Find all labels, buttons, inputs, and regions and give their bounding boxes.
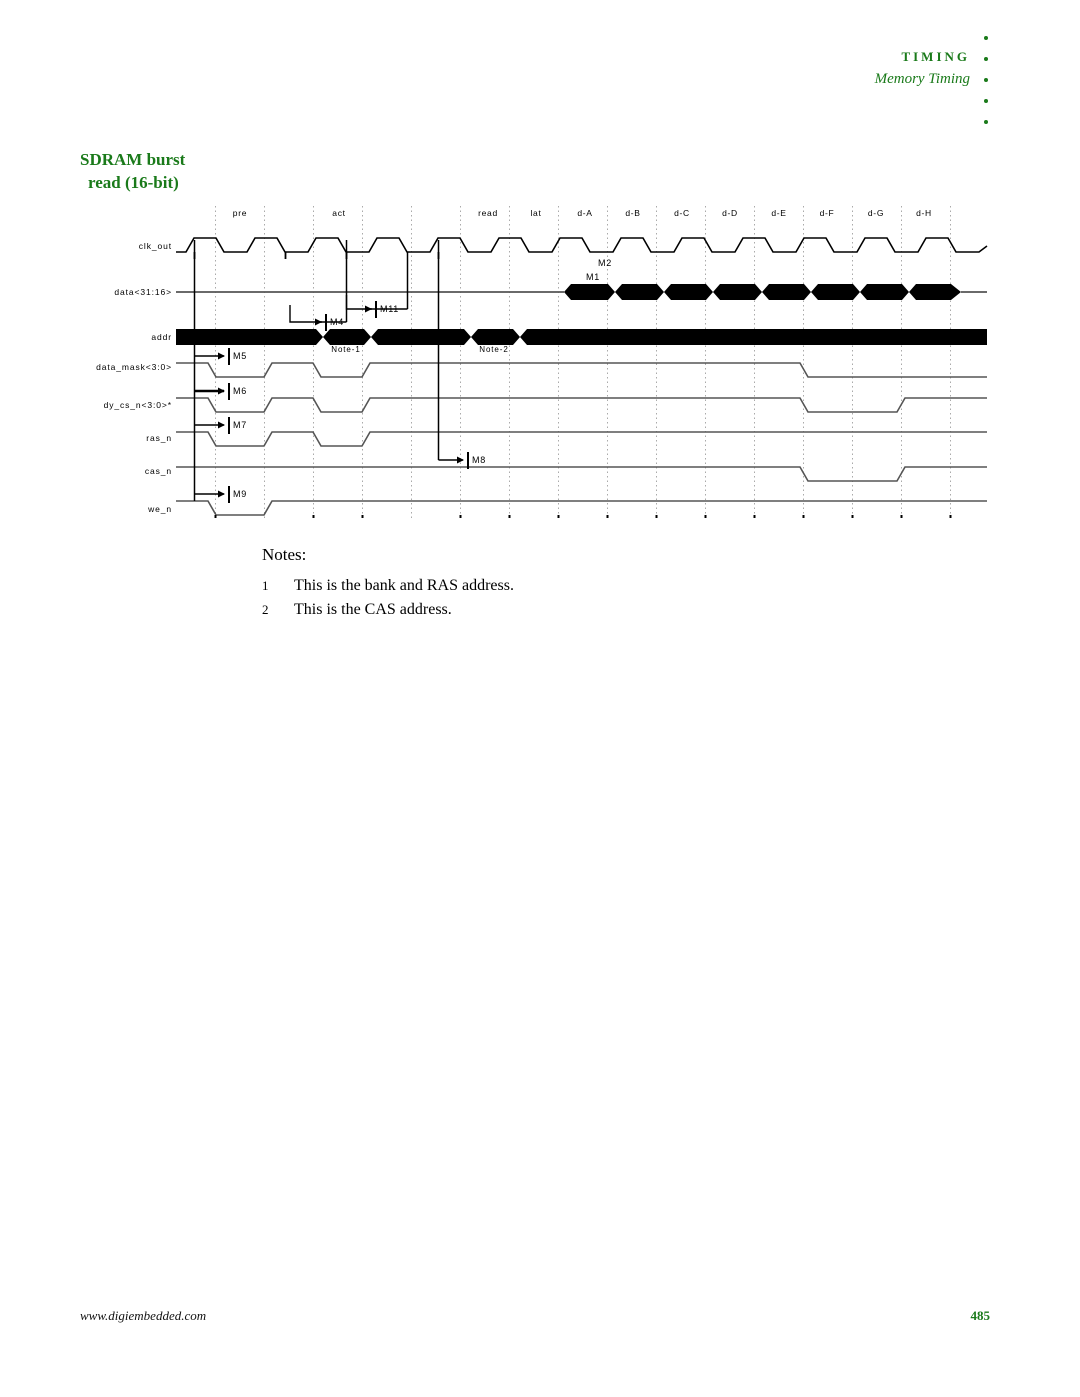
column-label: d-C [674,208,690,218]
timing-signal-labels: clk_out data<31:16> addr data_mask<3:0> … [96,241,172,514]
timing-diagram-figure: pre act read lat d-A d-B d-C d-D d-E d-F… [0,196,1010,526]
column-label: read [478,208,498,218]
note-number: 2 [262,602,269,617]
header-dot-column [984,36,994,141]
marker-connector-m4 [289,305,322,323]
signal-label-data-mask: data_mask<3:0> [96,362,172,372]
marker-label-m6: M6 [233,386,247,396]
arrowhead-m9 [218,490,225,498]
waveform-cas-n [176,466,987,482]
column-label: lat [530,208,541,218]
marker-label-m11: M11 [380,304,399,314]
signal-label-addr: addr [151,332,172,342]
signal-label-we-n: we_n [147,504,172,514]
footer-page-number: 485 [970,1308,991,1323]
timing-bottom-ticks [214,515,952,518]
arrowhead-m8 [457,456,464,464]
addr-bus-annotations: Note-1 Note-2 [331,345,508,354]
waveform-clk-out [176,237,988,253]
signal-label-dy-cs-n: dy_cs_n<3:0>* [104,400,172,410]
waveform-addr-bus: Note-1 Note-2 [176,329,987,354]
column-label: d-A [577,208,592,218]
note-item: 2 This is the CAS address. [262,598,862,622]
addr-bus-cells [176,329,987,345]
marker-label-m9: M9 [233,489,247,499]
note-text: This is the bank and RAS address. [294,577,514,594]
header-subsection-title: Memory Timing [874,71,970,87]
header-dot [984,36,988,40]
column-label: d-G [868,208,884,218]
timing-column-labels: pre act read lat d-A d-B d-C d-D d-E d-F… [233,208,932,218]
column-label: pre [233,208,247,218]
timing-marker-labels: M1 M2 M4 M5 M6 M7 M8 M9 M11 [233,258,612,499]
page-title-line-2: read (16-bit) [88,173,179,192]
column-label: d-E [771,208,786,218]
note-item: 1 This is the bank and RAS address. [262,574,862,598]
waveform-we-n [176,500,987,516]
arrowhead-m4 [315,318,322,326]
header-dot [984,99,988,103]
note-number: 1 [262,578,269,593]
marker-label-m5: M5 [233,351,247,361]
arrowhead-m11 [365,305,372,313]
page-footer: www.digiembedded.com 485 [80,1308,990,1324]
marker-label-m1: M1 [586,272,600,282]
marker-label-m7: M7 [233,420,247,430]
waveform-dy-cs-n [176,397,987,413]
header-text-block: TIMING Memory Timing [875,48,970,89]
column-label: d-H [916,208,932,218]
waveform-data-mask [176,362,987,378]
signal-label-data: data<31:16> [114,287,172,297]
marker-label-m8: M8 [472,455,486,465]
arrowhead-m6 [218,387,225,395]
page-title: SDRAM burst read (16-bit) [80,148,280,194]
arrowhead-m7 [218,421,225,429]
header-section-title: TIMING [901,49,970,64]
header-dot [984,57,988,61]
header-dot [984,78,988,82]
arrowhead-m5 [218,352,225,360]
page-header: TIMING Memory Timing [0,36,1080,158]
footer-url[interactable]: www.digiembedded.com [80,1308,206,1324]
marker-label-m4: M4 [330,317,344,327]
page-title-line-1: SDRAM burst [80,150,186,169]
note-text: This is the CAS address. [294,601,452,618]
signal-label-ras-n: ras_n [146,433,172,443]
bus-annotation-note-1: Note-1 [331,345,360,354]
signal-label-clk-out: clk_out [139,241,172,251]
notes-block: Notes: 1 This is the bank and RAS addres… [262,544,862,622]
waveform-ras-n [176,431,987,447]
column-label: d-B [625,208,640,218]
header-dot [984,120,988,124]
timing-diagram-svg: pre act read lat d-A d-B d-C d-D d-E d-F… [96,206,988,518]
column-label: d-F [820,208,835,218]
column-label: act [332,208,345,218]
column-label: d-D [722,208,738,218]
clock-edge-ticks [193,252,440,259]
data-bus-cells [564,284,961,300]
signal-label-cas-n: cas_n [145,466,172,476]
waveform-data-bus [176,284,987,300]
notes-heading: Notes: [262,545,307,564]
bus-annotation-note-2: Note-2 [479,345,508,354]
marker-connector-m11 [345,295,372,310]
marker-label-m2: M2 [598,258,612,268]
